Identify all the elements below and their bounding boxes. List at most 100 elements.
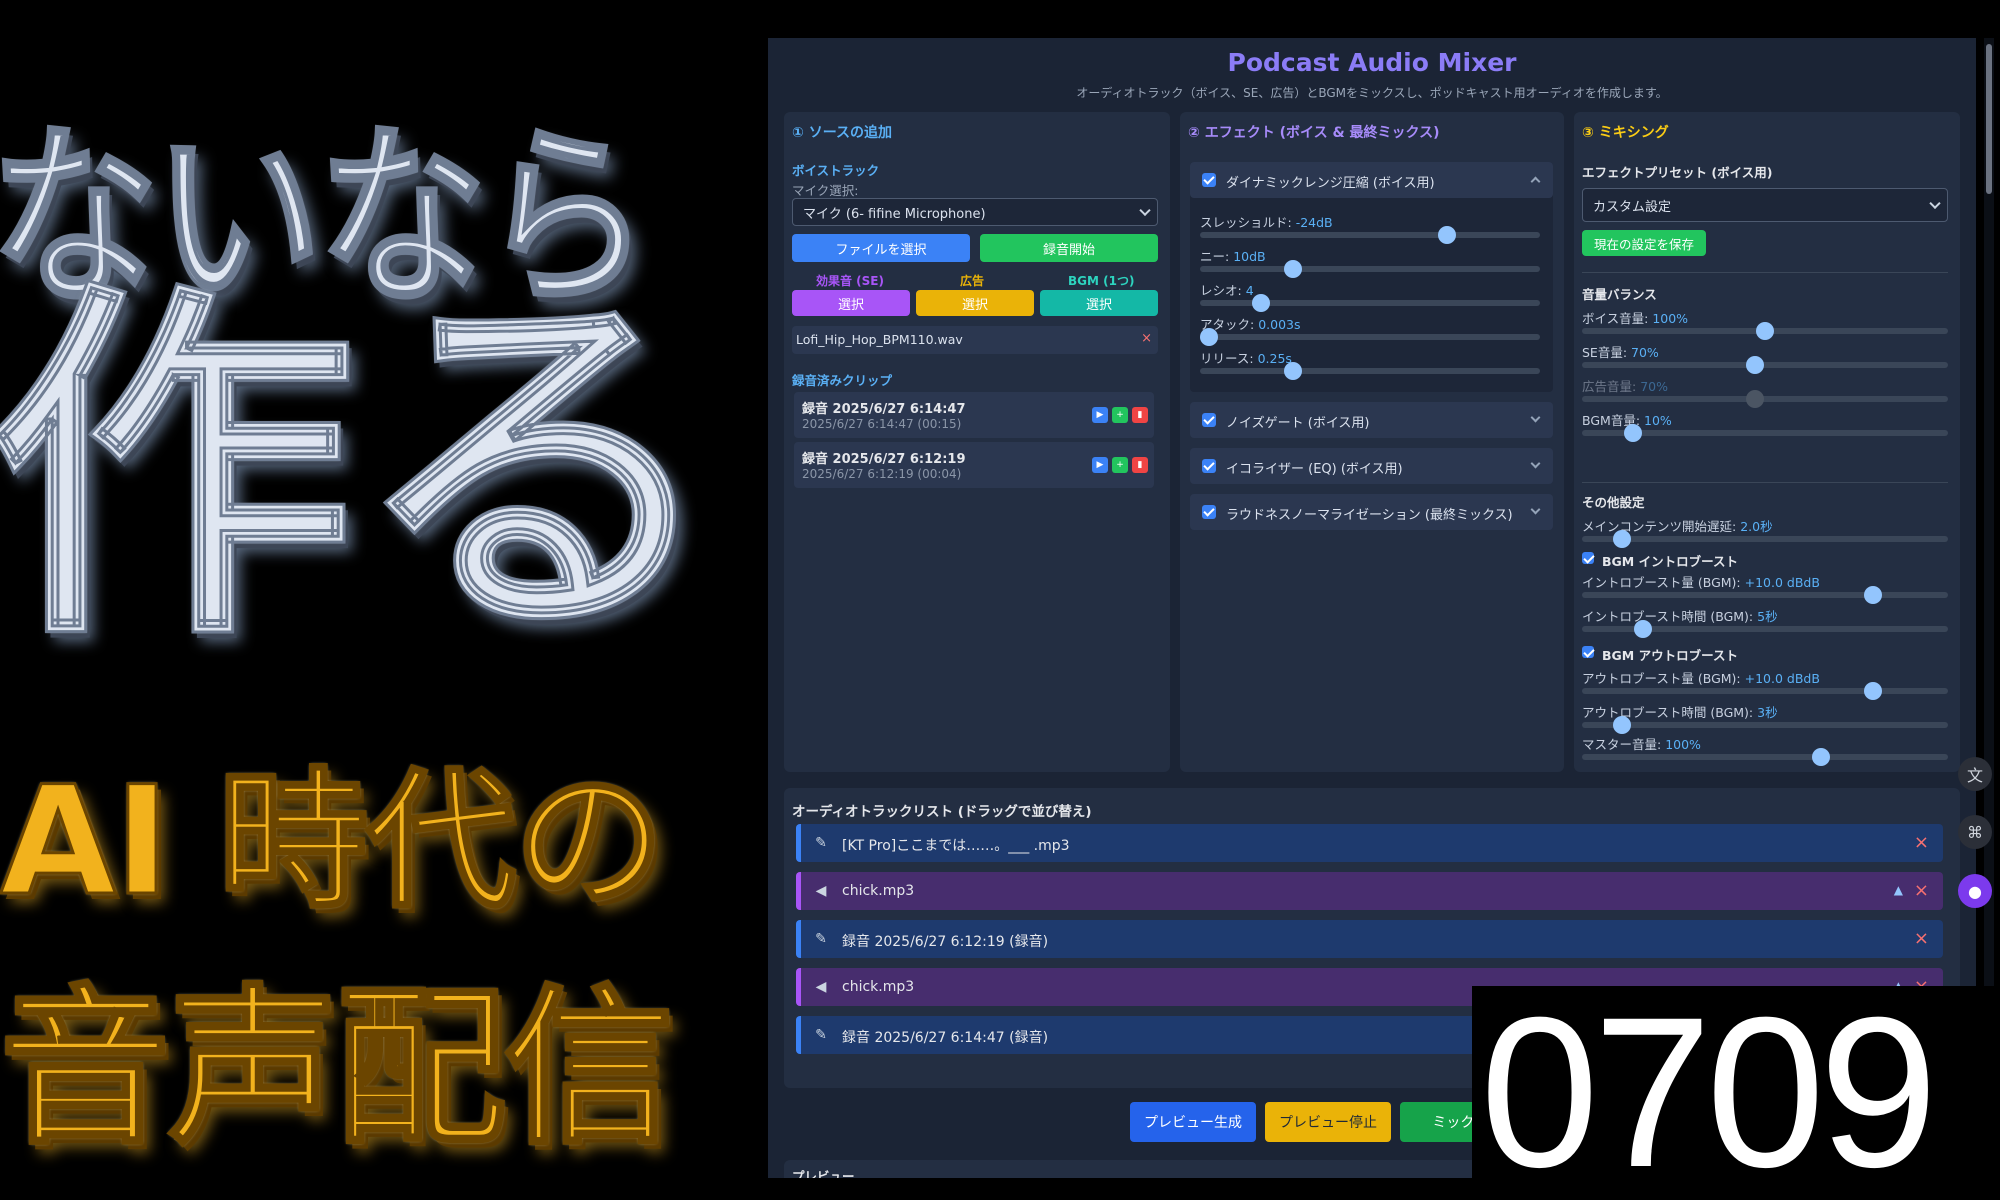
headline-line3: AI 時代の xyxy=(0,754,666,931)
noise-gate-header[interactable]: ノイズゲート (ボイス用) xyxy=(1190,402,1553,438)
other-title: その他設定 xyxy=(1582,495,1645,510)
track-name: [KT Pro]ここまでは……。___ .mp3 xyxy=(842,838,1070,854)
slider-knob xyxy=(1745,390,1764,408)
slider-knob[interactable] xyxy=(1613,716,1632,734)
se-select-button[interactable]: 選択 xyxy=(792,290,910,316)
loudness-header[interactable]: ラウドネスノーマライゼーション (最終ミックス) xyxy=(1190,494,1553,530)
range-slider[interactable] xyxy=(1200,294,1540,312)
bgm-file-row: Lofi_Hip_Hop_BPM110.wav × xyxy=(792,326,1158,354)
loudness-checkbox[interactable] xyxy=(1202,505,1216,519)
microphone-icon: ✎ xyxy=(815,1027,827,1043)
play-icon[interactable]: ▶ xyxy=(1092,457,1108,473)
range-slider[interactable] xyxy=(1582,586,1948,604)
slider-knob[interactable] xyxy=(1756,322,1774,340)
range-slider[interactable] xyxy=(1200,362,1540,380)
headline-line2: 作る xyxy=(0,255,724,685)
slider-label: スレッショルド: -24dB xyxy=(1200,212,1333,231)
add-icon[interactable]: + xyxy=(1112,457,1128,473)
slider-knob[interactable] xyxy=(1634,620,1653,638)
close-icon[interactable]: × xyxy=(1914,928,1929,949)
mic-select[interactable]: マイク (6- fifine Microphone) xyxy=(792,198,1158,226)
slider-knob[interactable] xyxy=(1623,424,1642,442)
slider-knob[interactable] xyxy=(1438,226,1457,244)
clip-name: 録音 2025/6/27 6:14:47 xyxy=(802,402,966,417)
range-slider[interactable] xyxy=(1582,620,1948,638)
record-start-button[interactable]: 録音開始 xyxy=(980,234,1158,262)
boost-checkbox[interactable] xyxy=(1582,552,1594,564)
slider-label: メインコンテンツ開始遅延: 2.0秒 xyxy=(1582,516,1773,535)
slider-label: マスター音量: 100% xyxy=(1582,734,1701,753)
range-slider[interactable] xyxy=(1582,424,1948,442)
translate-icon[interactable]: 文 xyxy=(1958,757,1992,791)
slider-value: 10dB xyxy=(1233,249,1266,264)
slider-knob[interactable] xyxy=(1863,682,1882,700)
slider-value: 0.003s xyxy=(1258,317,1301,332)
effects-panel: ② エフェクト (ボイス & 最終ミックス) ダイナミックレンジ圧縮 (ボイス用… xyxy=(1180,112,1564,772)
slider-label: イントロブースト量 (BGM): +10.0 dBdB xyxy=(1582,572,1820,591)
slider-knob[interactable] xyxy=(1863,586,1882,604)
range-slider[interactable] xyxy=(1200,260,1540,278)
range-slider[interactable] xyxy=(1582,682,1948,700)
range-slider[interactable] xyxy=(1582,748,1948,766)
slider-name: イントロブースト時間 (BGM): xyxy=(1582,609,1754,624)
slider-value: 70% xyxy=(1640,379,1668,394)
close-icon[interactable]: × xyxy=(1914,832,1929,853)
trash-icon[interactable]: ▮ xyxy=(1132,407,1148,423)
close-icon[interactable]: × xyxy=(1914,880,1929,901)
layers-icon[interactable]: ▲ xyxy=(1894,883,1903,897)
slider-knob[interactable] xyxy=(1251,294,1270,312)
slider-value: +10.0 dBdB xyxy=(1744,671,1820,686)
track-row[interactable]: ◀ chick.mp3 × ▲ xyxy=(796,872,1943,910)
track-row[interactable]: ✎ 録音 2025/6/27 6:12:19 (録音) × xyxy=(796,920,1943,958)
slider-name: 広告音量: xyxy=(1582,379,1637,394)
slider-knob[interactable] xyxy=(1283,260,1302,278)
range-slider[interactable] xyxy=(1582,356,1948,374)
ad-select-button[interactable]: 選択 xyxy=(916,290,1034,316)
eq-header[interactable]: イコライザー (EQ) (ボイス用) xyxy=(1190,448,1553,484)
bgm-select-button[interactable]: 選択 xyxy=(1040,290,1158,316)
boost-checkbox[interactable] xyxy=(1582,646,1594,658)
command-icon[interactable]: ⌘ xyxy=(1958,815,1992,849)
slider-label: SE音量: 70% xyxy=(1582,342,1659,361)
mixing-panel: ③ ミキシング エフェクトプリセット (ボイス用) カスタム設定 現在の設定を保… xyxy=(1574,112,1960,772)
chevron-down-icon xyxy=(1530,458,1541,469)
slider-value: 100% xyxy=(1665,737,1701,752)
range-slider[interactable] xyxy=(1200,328,1540,346)
range-slider[interactable] xyxy=(1582,322,1948,340)
preset-select[interactable]: カスタム設定 xyxy=(1582,188,1948,222)
add-icon[interactable]: + xyxy=(1112,407,1128,423)
save-settings-button[interactable]: 現在の設定を保存 xyxy=(1582,230,1706,256)
chevron-down-icon xyxy=(1139,204,1151,217)
trash-icon[interactable]: ▮ xyxy=(1132,457,1148,473)
slider-knob[interactable] xyxy=(1283,362,1302,380)
bgm-file-name: Lofi_Hip_Hop_BPM110.wav xyxy=(796,332,963,347)
track-color-bar xyxy=(796,920,801,958)
track-row[interactable]: ✎ [KT Pro]ここまでは……。___ .mp3 × xyxy=(796,824,1943,862)
slider-knob[interactable] xyxy=(1200,328,1218,346)
track-color-bar xyxy=(796,1016,801,1054)
slider-knob[interactable] xyxy=(1613,530,1632,548)
bgm-remove-icon[interactable]: × xyxy=(1141,331,1152,346)
eq-checkbox[interactable] xyxy=(1202,459,1216,473)
balance-title: 音量バランス xyxy=(1582,287,1657,302)
divider xyxy=(1582,272,1948,273)
slider-knob[interactable] xyxy=(1811,748,1830,766)
assistant-icon[interactable]: ● xyxy=(1958,874,1992,908)
noise-gate-checkbox[interactable] xyxy=(1202,413,1216,427)
app-subtitle: オーディオトラック（ボイス、SE、広告）とBGMをミックスし、ポッドキャスト用オ… xyxy=(1076,86,1668,100)
preset-label: エフェクトプリセット (ボイス用) xyxy=(1582,165,1773,180)
voice-track-label: ボイストラック xyxy=(792,163,880,178)
range-slider[interactable] xyxy=(1582,716,1948,734)
preview-generate-button[interactable]: プレビュー生成 xyxy=(1130,1102,1256,1142)
slider-knob[interactable] xyxy=(1745,356,1764,374)
play-icon[interactable]: ▶ xyxy=(1092,407,1108,423)
scrollbar-thumb[interactable] xyxy=(1986,44,1992,194)
choose-file-button[interactable]: ファイルを選択 xyxy=(792,234,970,262)
dynamics-header[interactable]: ダイナミックレンジ圧縮 (ボイス用) xyxy=(1190,162,1553,198)
track-name: chick.mp3 xyxy=(842,979,915,995)
range-slider[interactable] xyxy=(1200,226,1540,244)
range-slider[interactable] xyxy=(1582,530,1948,548)
slider-label: アウトロブースト量 (BGM): +10.0 dBdB xyxy=(1582,668,1820,687)
dynamics-checkbox[interactable] xyxy=(1202,173,1216,187)
preview-stop-button[interactable]: プレビュー停止 xyxy=(1265,1102,1391,1142)
